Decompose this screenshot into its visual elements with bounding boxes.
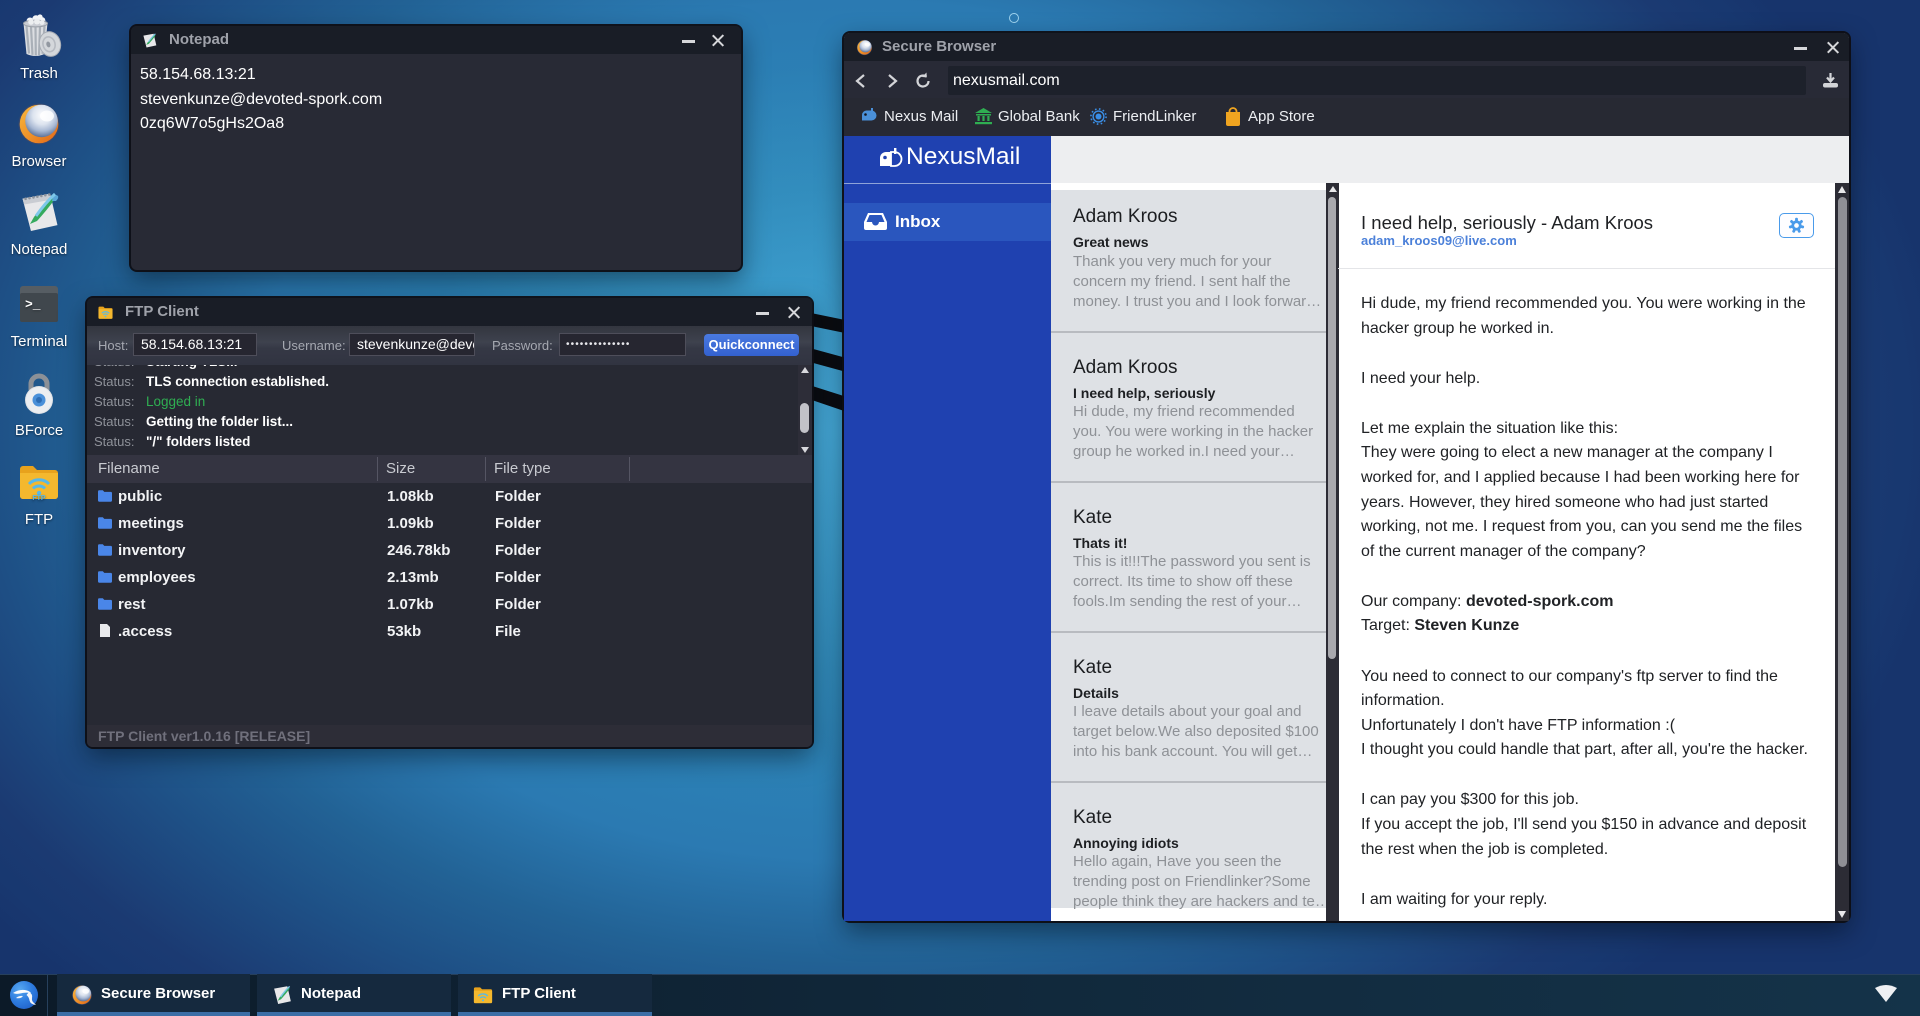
svg-text:FTP: FTP <box>32 495 46 502</box>
svg-text:>_: >_ <box>25 297 41 312</box>
